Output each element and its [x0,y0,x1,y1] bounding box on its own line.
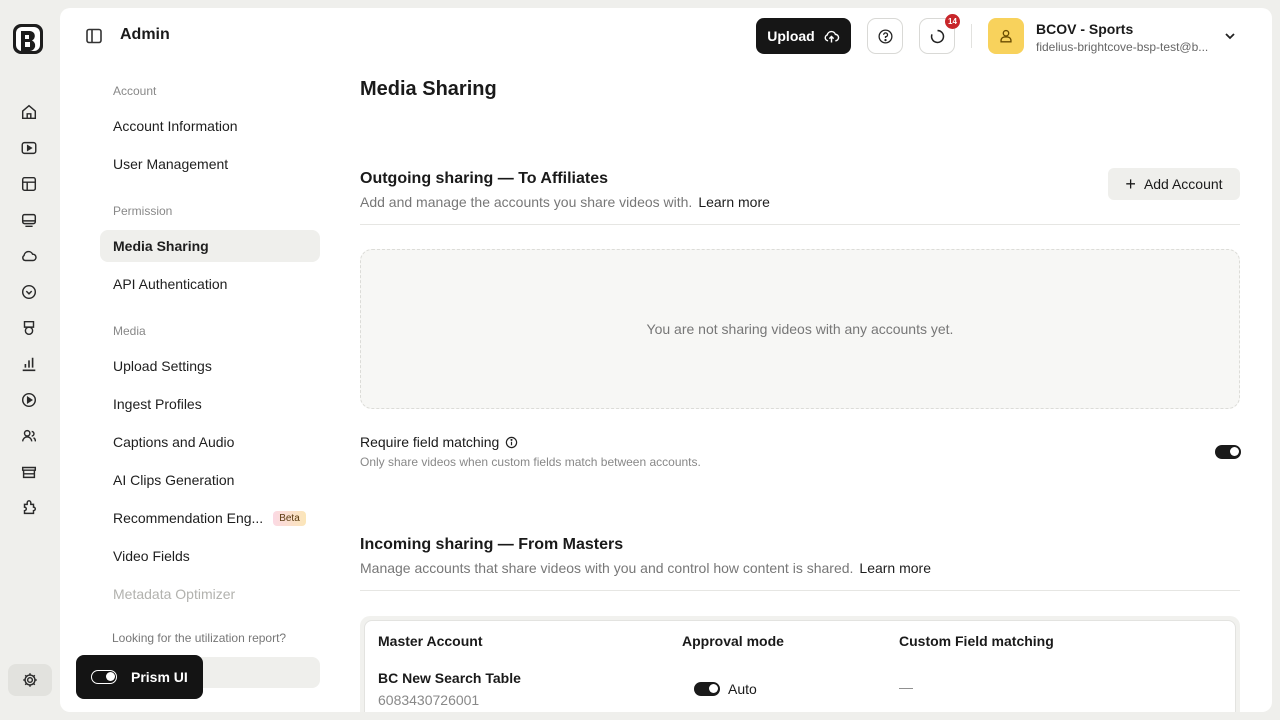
info-icon[interactable] [505,436,518,449]
home-icon[interactable] [19,102,39,122]
prism-label: Prism UI [131,669,188,685]
nav-item-label: Recommendation Eng... [113,510,264,526]
nav-item-account-information[interactable]: Account Information [100,110,320,142]
empty-state-message: You are not sharing videos with any acco… [646,321,954,337]
plugin-icon[interactable] [19,498,39,518]
page-title: Media Sharing [360,78,497,100]
settings-gear-icon[interactable] [8,664,52,696]
upload-button-label: Upload [767,28,815,44]
nav-item-upload-settings[interactable]: Upload Settings [100,350,320,382]
account-name[interactable]: BCOV - Sports [1036,21,1133,37]
incoming-section-title: Incoming sharing — From Masters [360,536,624,553]
approval-mode-cell: Auto [694,681,757,697]
brightcove-logo[interactable] [11,22,45,56]
user-icon [1000,29,1012,43]
nav-item-recommendation-engine[interactable]: Recommendation Eng... Beta [100,502,320,534]
incoming-table-wrapper: Master Account Approval mode Custom Fiel… [360,616,1240,712]
column-header-custom-field-matching: Custom Field matching [899,633,1054,649]
nav-section-account: Account [113,84,157,98]
play-circle-icon[interactable] [19,390,39,410]
outgoing-section-description: Add and manage the accounts you share vi… [360,194,770,210]
plus-icon: + [1125,174,1136,194]
column-header-master-account: Master Account [378,633,483,649]
custom-field-matching-value: — [899,679,913,695]
account-avatar[interactable] [988,18,1024,54]
nav-item-media-sharing[interactable]: Media Sharing [100,230,320,262]
incoming-description-text: Manage accounts that share videos with y… [360,560,854,576]
account-email: fidelius-brightcove-bsp-test@b... [1036,40,1209,54]
field-matching-label: Require field matching [360,434,518,450]
nav-section-media: Media [113,324,146,338]
outgoing-description-text: Add and manage the accounts you share vi… [360,194,693,210]
nav-item-ai-clips-generation[interactable]: AI Clips Generation [100,464,320,496]
outgoing-empty-state: You are not sharing videos with any acco… [360,249,1240,409]
outgoing-section-title: Outgoing sharing — To Affiliates [360,170,608,187]
notification-badge: 14 [945,14,960,29]
sidebar-toggle-icon[interactable] [84,26,104,46]
beta-badge: Beta [273,510,306,526]
page-header-title: Admin [120,26,170,43]
utilization-note: Looking for the utilization report? [112,631,287,645]
activity-button[interactable]: 14 [919,14,960,54]
incoming-learn-more-link[interactable]: Learn more [859,560,931,576]
nav-item-ingest-profiles[interactable]: Ingest Profiles [100,388,320,420]
users-icon[interactable] [19,426,39,446]
player-icon[interactable] [19,210,39,230]
master-account-id: 6083430726001 [378,692,480,708]
help-button[interactable] [867,18,903,54]
analytics-icon[interactable] [19,354,39,374]
approval-mode-toggle[interactable] [694,682,720,696]
store-icon[interactable] [19,462,39,482]
field-matching-label-text: Require field matching [360,434,500,450]
approval-mode-value: Auto [728,681,757,697]
header-divider [971,24,972,48]
nav-item-user-management[interactable]: User Management [100,148,320,180]
engagement-icon[interactable] [19,282,39,302]
nav-item-video-fields[interactable]: Video Fields [100,540,320,572]
app-rail [0,0,58,720]
cloud-icon[interactable] [19,246,39,266]
field-matching-description: Only share videos when custom fields mat… [360,455,701,469]
add-account-label: Add Account [1143,176,1223,192]
nav-section-permission: Permission [113,204,173,218]
help-icon [877,28,893,44]
badge-icon[interactable] [19,318,39,338]
upload-button[interactable]: Upload [756,18,851,54]
outgoing-learn-more-link[interactable]: Learn more [698,194,770,210]
incoming-section-description: Manage accounts that share videos with y… [360,560,931,576]
video-library-icon[interactable] [19,138,39,158]
prism-ui-toggle[interactable]: Prism UI [76,655,203,699]
main-panel: Admin Upload 14 BCOV - Sports fidelius-b… [60,8,1272,712]
layout-table-icon[interactable] [19,174,39,194]
nav-item-captions-and-audio[interactable]: Captions and Audio [100,426,320,458]
master-account-name: BC New Search Table [378,670,521,686]
cloud-upload-icon [824,30,839,42]
prism-toggle-switch[interactable] [91,670,117,684]
field-matching-toggle[interactable] [1215,445,1241,459]
section-divider [360,590,1240,591]
loading-spinner-icon [930,29,944,43]
add-account-button[interactable]: + Add Account [1108,168,1240,200]
nav-item-metadata-optimizer[interactable]: Metadata Optimizer [100,578,320,610]
column-header-approval-mode: Approval mode [682,633,784,649]
nav-item-api-authentication[interactable]: API Authentication [100,268,320,300]
section-divider [360,224,1240,225]
incoming-table: Master Account Approval mode Custom Fiel… [364,620,1236,712]
chevron-down-icon[interactable] [1222,28,1238,44]
